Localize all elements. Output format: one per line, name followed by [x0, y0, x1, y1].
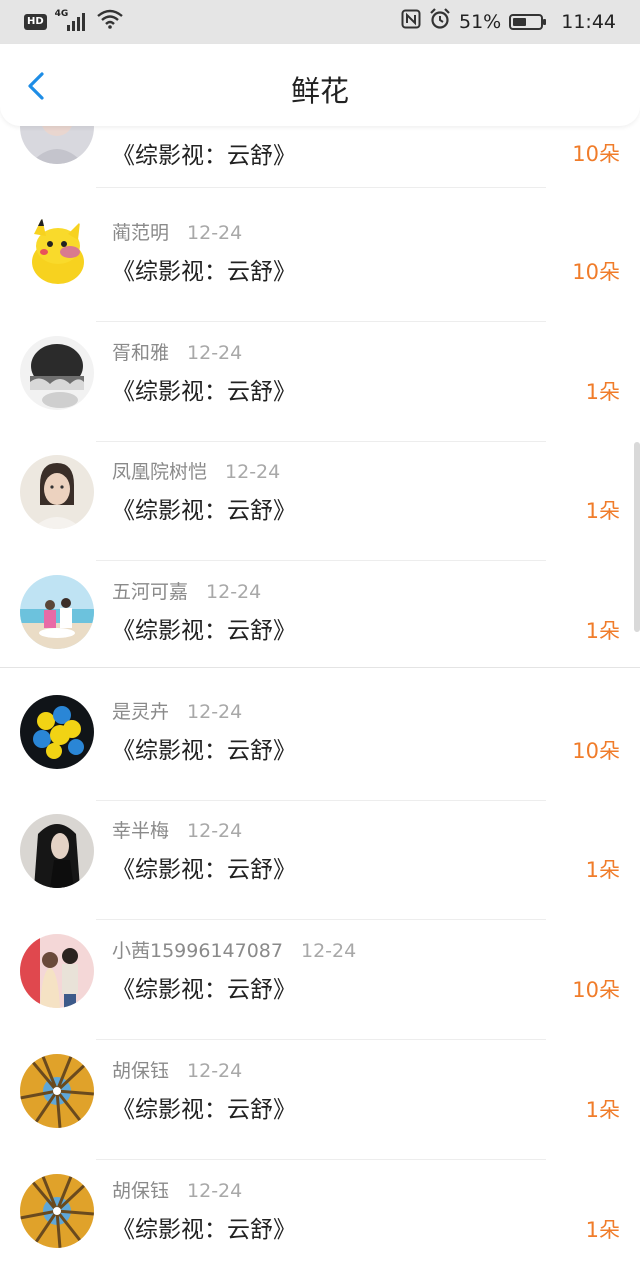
book-title: 《综影视：云舒》	[112, 618, 296, 644]
list-item[interactable]: 胡保钰 12-24 《综影视：云舒》 1朵	[0, 1040, 640, 1160]
signal-icon: 4G	[55, 9, 89, 33]
user-line: 是灵卉 12-24	[112, 697, 242, 724]
alarm-icon	[429, 8, 451, 35]
list-item[interactable]: 小茜15996147087 12-24 《综影视：云舒》 10朵	[0, 920, 640, 1040]
wifi-icon	[96, 9, 123, 34]
list-item[interactable]: 蔺范明 12-24 《综影视：云舒》 10朵	[0, 202, 640, 322]
user-name[interactable]: 凤凰院树恺	[112, 461, 207, 483]
avatar[interactable]	[20, 814, 94, 888]
user-line: 小茜15996147087 12-24	[112, 936, 356, 963]
list-item[interactable]: 凤凰院树恺 12-24 《综影视：云舒》 1朵	[0, 441, 640, 561]
avatar[interactable]	[20, 575, 94, 649]
hd-badge: HD	[24, 13, 47, 30]
book-title: 《综影视：云舒》	[112, 498, 296, 524]
flower-count: 1朵	[585, 499, 620, 523]
divider	[0, 667, 640, 668]
date: 12-24	[206, 581, 262, 603]
date: 12-24	[187, 1180, 243, 1202]
flower-count: 10朵	[572, 260, 620, 284]
user-line: 五河可嘉 12-24	[112, 577, 261, 604]
date: 12-24	[187, 1060, 243, 1082]
user-line: 蔺范明 12-24	[112, 218, 242, 245]
flower-count: 10朵	[572, 142, 620, 166]
book-title: 《综影视：云舒》	[112, 738, 296, 764]
user-name[interactable]: 胡保钰	[112, 1060, 169, 1082]
top-nav-bar: 鲜花	[0, 44, 640, 126]
nfc-icon	[401, 9, 421, 34]
list-item[interactable]: 胥和雅 12-24 《综影视：云舒》 1朵	[0, 322, 640, 442]
battery-percent: 51%	[459, 10, 502, 33]
list-item[interactable]: 幸半梅 12-24 《综影视：云舒》 1朵	[0, 800, 640, 920]
list-item[interactable]: 胡保钰 12-24 《综影视：云舒》 1朵	[0, 1160, 640, 1280]
user-name[interactable]: 幸半梅	[112, 820, 169, 842]
scrollbar[interactable]	[634, 442, 640, 632]
flower-count: 1朵	[585, 1098, 620, 1122]
flower-count: 1朵	[585, 858, 620, 882]
avatar[interactable]	[20, 1054, 94, 1128]
user-line: 胡保钰 12-24	[112, 1056, 242, 1083]
flower-count: 10朵	[572, 978, 620, 1002]
list-item[interactable]: 是灵卉 12-24 《综影视：云舒》 10朵	[0, 681, 640, 801]
book-title: 《综影视：云舒》	[112, 143, 296, 169]
clock: 11:44	[561, 10, 616, 33]
user-name[interactable]: 蔺范明	[112, 222, 169, 244]
user-line: 凤凰院树恺 12-24	[112, 457, 280, 484]
user-line: 幸半梅 12-24	[112, 816, 242, 843]
avatar[interactable]	[20, 455, 94, 529]
user-name[interactable]: 小茜15996147087	[112, 940, 283, 962]
avatar[interactable]	[20, 934, 94, 1008]
user-line: 胡保钰 12-24	[112, 1176, 242, 1203]
date: 12-24	[187, 701, 243, 723]
avatar[interactable]	[20, 695, 94, 769]
avatar[interactable]	[20, 216, 94, 290]
book-title: 《综影视：云舒》	[112, 1097, 296, 1123]
book-title: 《综影视：云舒》	[112, 379, 296, 405]
flower-count: 1朵	[585, 1218, 620, 1242]
date: 12-24	[187, 820, 243, 842]
page-title: 鲜花	[290, 74, 349, 108]
date: 12-24	[225, 461, 281, 483]
user-name[interactable]: 是灵卉	[112, 701, 169, 723]
leaf-battery-icon	[509, 13, 547, 30]
list-item[interactable]: 五河可嘉 12-24 《综影视：云舒》 1朵	[0, 561, 640, 681]
gift-list: 《综影视：云舒》 10朵 蔺范明 12-24 《综影视：云舒》 10朵 胥和雅 12…	[0, 0, 640, 1280]
user-line: 胥和雅 12-24	[112, 338, 242, 365]
date: 12-24	[187, 222, 243, 244]
avatar[interactable]	[20, 1174, 94, 1248]
date: 12-24	[300, 940, 357, 962]
flower-count: 1朵	[585, 380, 620, 404]
user-name[interactable]: 胥和雅	[112, 342, 169, 364]
date: 12-24	[187, 342, 243, 364]
book-title: 《综影视：云舒》	[112, 977, 296, 1003]
book-title: 《综影视：云舒》	[112, 1217, 296, 1243]
book-title: 《综影视：云舒》	[112, 857, 296, 883]
status-bar: HD 4G 51% 11:44	[0, 0, 640, 44]
user-name[interactable]: 胡保钰	[112, 1180, 169, 1202]
flower-count: 10朵	[572, 739, 620, 763]
avatar[interactable]	[20, 336, 94, 410]
book-title: 《综影视：云舒》	[112, 259, 296, 285]
flower-count: 1朵	[585, 619, 620, 643]
user-name[interactable]: 五河可嘉	[112, 581, 188, 603]
divider	[96, 187, 546, 188]
